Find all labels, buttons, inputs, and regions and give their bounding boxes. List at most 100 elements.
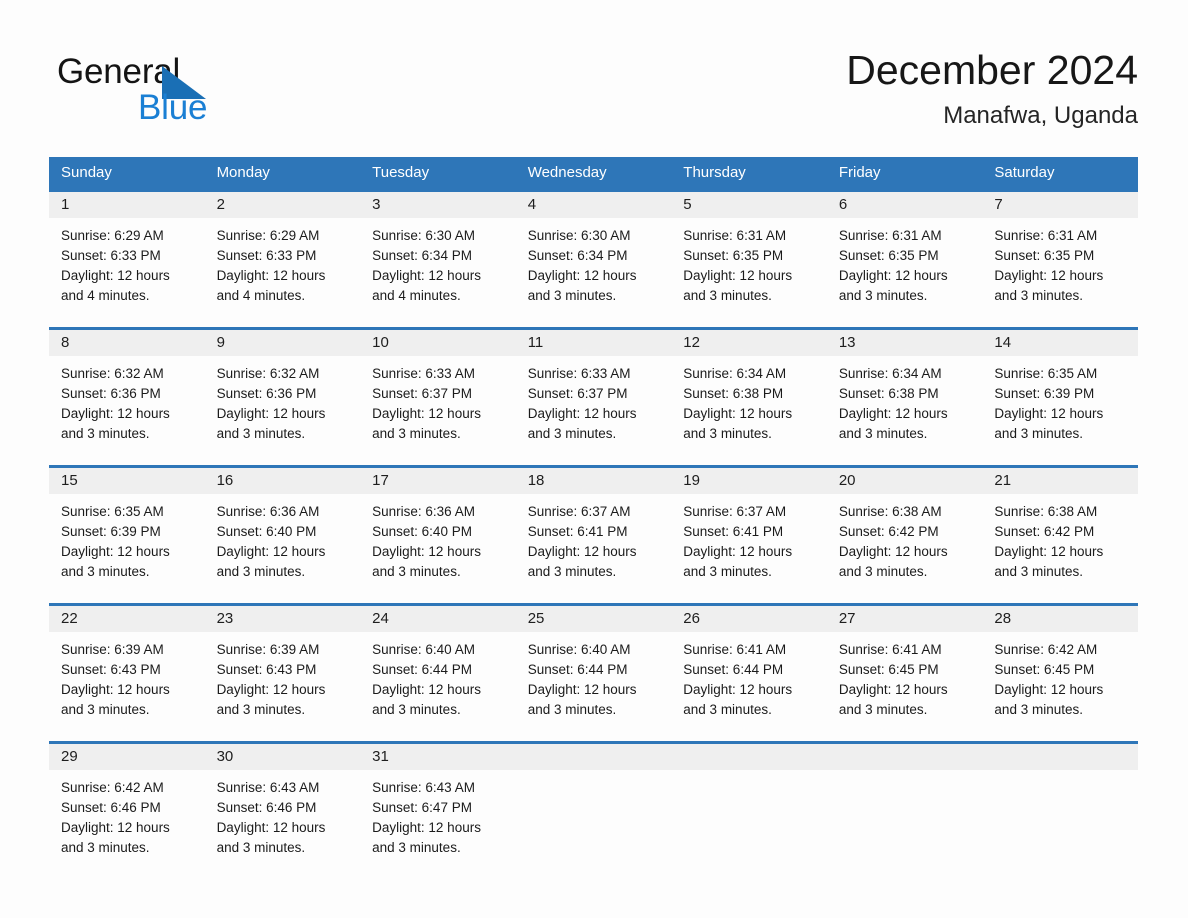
day-cell[interactable]: Sunrise: 6:33 AM Sunset: 6:37 PM Dayligh… [360,356,516,465]
day-number-band: 8 9 10 11 12 13 14 [49,330,1138,356]
day-number[interactable]: 3 [360,192,516,218]
day-cell[interactable]: Sunrise: 6:42 AM Sunset: 6:45 PM Dayligh… [982,632,1138,741]
sunset-text: Sunset: 6:42 PM [838,524,939,539]
sunrise-text: Sunrise: 6:30 AM [527,228,631,243]
day-cell[interactable]: Sunrise: 6:43 AM Sunset: 6:46 PM Dayligh… [205,770,361,879]
weekday-header-wednesday: Wednesday [527,164,607,181]
sunset-text: Sunset: 6:44 PM [372,662,472,677]
day-cell[interactable]: Sunrise: 6:36 AM Sunset: 6:40 PM Dayligh… [205,494,361,603]
daylight-text: Daylight: 12 hours and 3 minutes. [216,544,326,579]
sunrise-text: Sunrise: 6:30 AM [372,228,475,243]
day-cell[interactable]: Sunrise: 6:30 AM Sunset: 6:34 PM Dayligh… [516,218,672,327]
day-cell[interactable]: Sunrise: 6:40 AM Sunset: 6:44 PM Dayligh… [360,632,516,741]
day-cell[interactable]: Sunrise: 6:32 AM Sunset: 6:36 PM Dayligh… [205,356,361,465]
day-number[interactable]: 13 [827,330,983,356]
sunrise-text: Sunrise: 6:32 AM [216,366,320,381]
day-cell[interactable]: Sunrise: 6:38 AM Sunset: 6:42 PM Dayligh… [827,494,983,603]
day-number[interactable]: 25 [516,606,672,632]
day-number-empty [671,744,827,770]
daylight-text: Daylight: 12 hours and 3 minutes. [61,682,170,717]
sunset-text: Sunset: 6:45 PM [994,662,1095,677]
sunset-text: Sunset: 6:40 PM [372,524,472,539]
day-cell[interactable]: Sunrise: 6:41 AM Sunset: 6:45 PM Dayligh… [827,632,983,741]
brand-logo[interactable]: General Blue [57,52,267,136]
day-cell[interactable]: Sunrise: 6:29 AM Sunset: 6:33 PM Dayligh… [205,218,361,327]
day-cell[interactable]: Sunrise: 6:37 AM Sunset: 6:41 PM Dayligh… [671,494,827,603]
sunrise-text: Sunrise: 6:29 AM [61,228,164,243]
day-number[interactable]: 30 [205,744,361,770]
calendar-week-row: 8 9 10 11 12 13 14 Sunrise: 6:32 AM Suns… [49,327,1138,465]
day-cell[interactable]: Sunrise: 6:31 AM Sunset: 6:35 PM Dayligh… [671,218,827,327]
sunset-text: Sunset: 6:43 PM [216,662,317,677]
day-number[interactable]: 17 [360,468,516,494]
day-cell[interactable]: Sunrise: 6:36 AM Sunset: 6:40 PM Dayligh… [360,494,516,603]
day-cell[interactable]: Sunrise: 6:33 AM Sunset: 6:37 PM Dayligh… [516,356,672,465]
sunrise-text: Sunrise: 6:42 AM [994,642,1098,657]
day-cell[interactable]: Sunrise: 6:35 AM Sunset: 6:39 PM Dayligh… [49,494,205,603]
day-number[interactable]: 1 [49,192,205,218]
day-number[interactable]: 4 [516,192,672,218]
day-cell[interactable]: Sunrise: 6:39 AM Sunset: 6:43 PM Dayligh… [205,632,361,741]
day-number[interactable]: 7 [982,192,1138,218]
daylight-text: Daylight: 12 hours and 3 minutes. [372,820,481,855]
day-number[interactable]: 19 [671,468,827,494]
day-cell[interactable]: Sunrise: 6:42 AM Sunset: 6:46 PM Dayligh… [49,770,205,879]
day-cell[interactable]: Sunrise: 6:41 AM Sunset: 6:44 PM Dayligh… [671,632,827,741]
day-cell[interactable]: Sunrise: 6:37 AM Sunset: 6:41 PM Dayligh… [516,494,672,603]
sunset-text: Sunset: 6:36 PM [61,386,161,401]
day-cell[interactable]: Sunrise: 6:39 AM Sunset: 6:43 PM Dayligh… [49,632,205,741]
day-number[interactable]: 5 [671,192,827,218]
day-number[interactable]: 27 [827,606,983,632]
day-number[interactable]: 15 [49,468,205,494]
day-cell[interactable]: Sunrise: 6:30 AM Sunset: 6:34 PM Dayligh… [360,218,516,327]
day-number[interactable]: 2 [205,192,361,218]
day-number[interactable]: 12 [671,330,827,356]
day-cell[interactable]: Sunrise: 6:34 AM Sunset: 6:38 PM Dayligh… [671,356,827,465]
daylight-text: Daylight: 12 hours and 3 minutes. [838,544,948,579]
sunset-text: Sunset: 6:35 PM [683,248,784,263]
sunrise-text: Sunrise: 6:37 AM [527,504,631,519]
day-number[interactable]: 26 [671,606,827,632]
sunset-text: Sunset: 6:37 PM [372,386,472,401]
day-cell[interactable]: Sunrise: 6:29 AM Sunset: 6:33 PM Dayligh… [49,218,205,327]
day-number[interactable]: 16 [205,468,361,494]
day-number[interactable]: 9 [205,330,361,356]
day-detail-band: Sunrise: 6:35 AM Sunset: 6:39 PM Dayligh… [49,494,1138,603]
day-cell[interactable]: Sunrise: 6:43 AM Sunset: 6:47 PM Dayligh… [360,770,516,879]
sunrise-text: Sunrise: 6:31 AM [838,228,942,243]
day-cell[interactable]: Sunrise: 6:38 AM Sunset: 6:42 PM Dayligh… [982,494,1138,603]
day-number-band: 15 16 17 18 19 20 21 [49,468,1138,494]
day-number[interactable]: 24 [360,606,516,632]
day-cell[interactable]: Sunrise: 6:32 AM Sunset: 6:36 PM Dayligh… [49,356,205,465]
sunset-text: Sunset: 6:38 PM [683,386,784,401]
day-detail-band: Sunrise: 6:42 AM Sunset: 6:46 PM Dayligh… [49,770,1138,879]
weekday-header-row: Sunday Monday Tuesday Wednesday Thursday… [49,157,1138,189]
day-number[interactable]: 8 [49,330,205,356]
sunrise-text: Sunrise: 6:34 AM [838,366,942,381]
sunrise-text: Sunrise: 6:43 AM [216,780,320,795]
day-number[interactable]: 21 [982,468,1138,494]
day-number[interactable]: 11 [516,330,672,356]
day-number[interactable]: 14 [982,330,1138,356]
sunrise-text: Sunrise: 6:40 AM [372,642,475,657]
day-number[interactable]: 6 [827,192,983,218]
daylight-text: Daylight: 12 hours and 3 minutes. [216,820,326,855]
day-number[interactable]: 22 [49,606,205,632]
day-cell[interactable]: Sunrise: 6:35 AM Sunset: 6:39 PM Dayligh… [982,356,1138,465]
day-number[interactable]: 29 [49,744,205,770]
daylight-text: Daylight: 12 hours and 3 minutes. [527,682,637,717]
day-number[interactable]: 18 [516,468,672,494]
day-number[interactable]: 10 [360,330,516,356]
day-cell[interactable]: Sunrise: 6:31 AM Sunset: 6:35 PM Dayligh… [982,218,1138,327]
day-cell[interactable]: Sunrise: 6:31 AM Sunset: 6:35 PM Dayligh… [827,218,983,327]
day-number-empty [982,744,1138,770]
day-cell[interactable]: Sunrise: 6:40 AM Sunset: 6:44 PM Dayligh… [516,632,672,741]
daylight-text: Daylight: 12 hours and 3 minutes. [838,682,948,717]
day-number[interactable]: 23 [205,606,361,632]
sunset-text: Sunset: 6:35 PM [838,248,939,263]
day-number[interactable]: 31 [360,744,516,770]
day-cell[interactable]: Sunrise: 6:34 AM Sunset: 6:38 PM Dayligh… [827,356,983,465]
day-number[interactable]: 28 [982,606,1138,632]
sunrise-text: Sunrise: 6:39 AM [61,642,164,657]
day-number[interactable]: 20 [827,468,983,494]
